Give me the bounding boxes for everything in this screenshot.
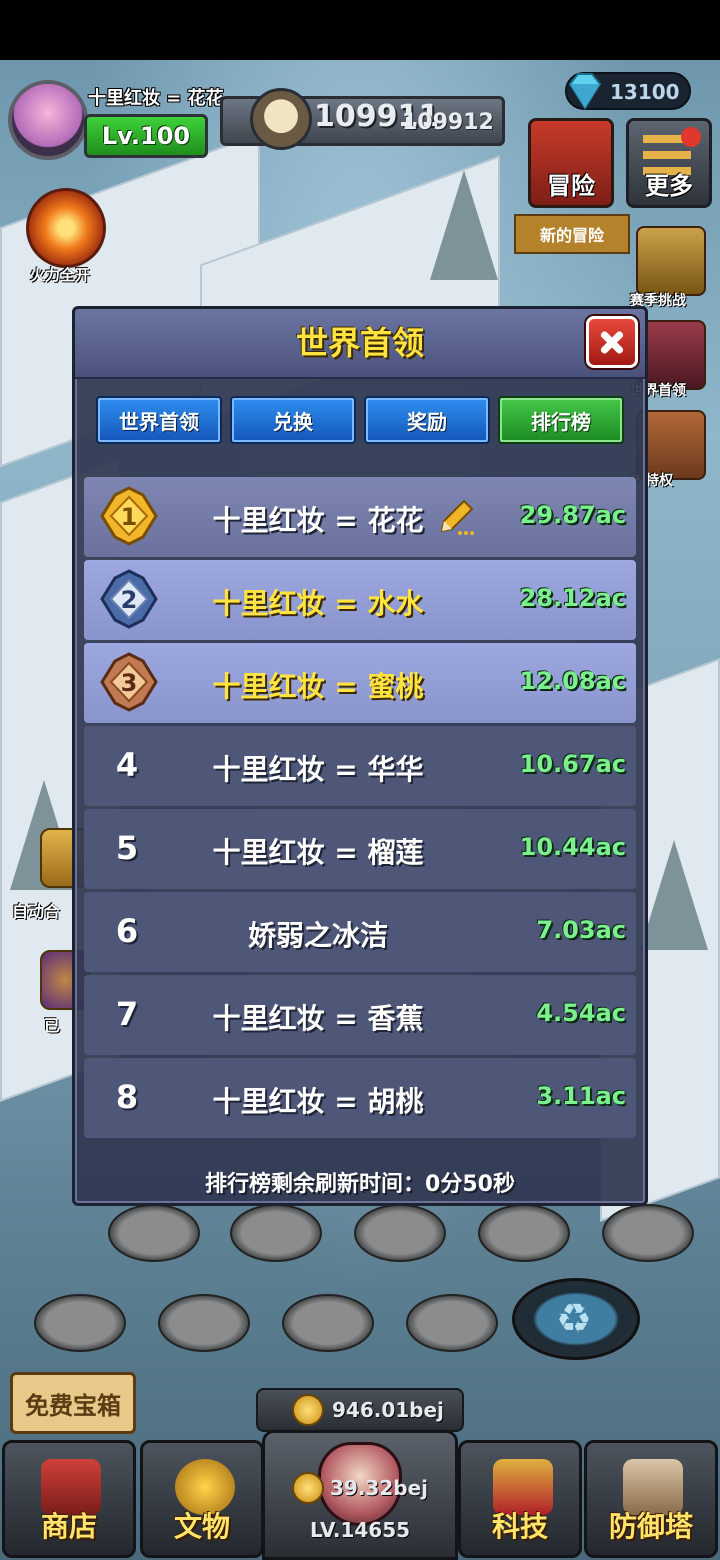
stone-slot[interactable] <box>406 1294 498 1352</box>
player-name: 十里红妆 = 花花 <box>212 504 424 537</box>
rank-number: 8 <box>115 1078 139 1116</box>
player-avatar[interactable] <box>8 80 88 160</box>
nav-tech[interactable]: 科技 <box>458 1440 582 1558</box>
bronze-medal-icon: 3 <box>100 652 158 712</box>
stone-slot[interactable] <box>478 1204 570 1262</box>
tab-rewards[interactable]: 奖励 <box>364 396 490 444</box>
recycle-icon: ♻ <box>556 1296 592 1342</box>
nav-relics[interactable]: 文物 <box>140 1440 264 1558</box>
rank-number: 4 <box>115 746 139 784</box>
damage-score: 10.44ac <box>519 833 626 861</box>
diamond-icon <box>568 73 602 110</box>
leaderboard-row[interactable]: 8 十里红妆 = 胡桃 3.11ac <box>84 1058 636 1138</box>
new-adventure-label[interactable]: 新的冒险 <box>514 214 630 254</box>
pine-tree <box>430 170 498 280</box>
leaderboard-row[interactable]: 4 十里红妆 = 华华 10.67ac <box>84 726 636 806</box>
player-level: Lv.100 <box>84 114 208 158</box>
stone-slot[interactable] <box>158 1294 250 1352</box>
tab-leaderboard[interactable]: 排行榜 <box>498 396 624 444</box>
stone-slot[interactable] <box>108 1204 200 1262</box>
gem-count: 13100 <box>610 80 680 104</box>
nav-tower[interactable]: 防御塔 <box>584 1440 718 1558</box>
pine-tree <box>640 840 708 950</box>
stone-slot[interactable] <box>34 1294 126 1352</box>
damage-score: 7.03ac <box>536 916 626 944</box>
player-name: 十里红妆 = 香蕉 <box>212 1002 424 1035</box>
leaderboard-row[interactable]: 3 十里红妆 = 蜜桃 12.08ac <box>84 643 636 723</box>
player-name: 娇弱之冰洁 <box>247 919 388 952</box>
rank-number: 6 <box>115 912 139 950</box>
status-bar <box>0 0 720 60</box>
modal-title: 世界首领 <box>295 324 424 362</box>
medal-rank-text: 3 <box>121 669 138 697</box>
leaderboard-row[interactable]: 7 十里红妆 = 香蕉 4.54ac <box>84 975 636 1055</box>
stone-slot[interactable] <box>282 1294 374 1352</box>
center-coin-amount: 39.32bej <box>330 1476 428 1500</box>
full-fire-label: 火力全开 <box>30 266 91 284</box>
leaderboard-row[interactable]: 6 娇弱之冰洁 7.03ac <box>84 892 636 972</box>
player-name: 十里红妆 = 榴莲 <box>212 836 424 869</box>
stone-slot[interactable] <box>602 1204 694 1262</box>
nav-shop-label: 商店 <box>40 1510 97 1543</box>
tab-world-boss[interactable]: 世界首领 <box>96 396 222 444</box>
coin-icon <box>292 1472 324 1504</box>
coin-icon <box>292 1394 324 1426</box>
leaderboard-row[interactable]: 2 十里红妆 = 水水 28.12ac <box>84 560 636 640</box>
refresh-countdown: 排行榜剩余刷新时间：0分50秒 <box>205 1172 515 1197</box>
nav-shop[interactable]: 商店 <box>2 1440 136 1558</box>
damage-score: 12.08ac <box>519 667 626 695</box>
player-name: 十里红妆 = 胡桃 <box>212 1085 424 1118</box>
full-fire-button[interactable] <box>26 188 106 268</box>
damage-score: 28.12ac <box>519 584 626 612</box>
gold-medal-icon: 1 <box>100 486 158 546</box>
season-challenge-icon[interactable] <box>636 226 706 296</box>
nav-tech-label: 科技 <box>491 1510 548 1543</box>
more-label: 更多 <box>645 172 693 200</box>
damage-score: 10.67ac <box>519 750 626 778</box>
done-label: 已 <box>44 1016 61 1035</box>
nav-relics-label: 文物 <box>173 1510 230 1543</box>
more-button[interactable]: 更多 <box>626 118 712 208</box>
adventure-label: 冒险 <box>547 172 595 200</box>
stone-slot[interactable] <box>354 1204 446 1262</box>
power-value-next: 109912 <box>402 110 494 135</box>
player-name: 十里红妆 = 花花 <box>88 88 224 109</box>
auto-merge-label: 自动合 <box>12 902 61 921</box>
damage-score: 3.11ac <box>536 1082 626 1110</box>
tab-exchange[interactable]: 兑换 <box>230 396 356 444</box>
player-name: 十里红妆 = 水水 <box>212 587 424 620</box>
player-name: 十里红妆 = 蜜桃 <box>212 670 424 703</box>
notification-dot <box>681 127 701 147</box>
medal-rank-text: 1 <box>121 503 138 531</box>
base-level: LV.14655 <box>309 1518 411 1542</box>
skull-icon <box>250 88 312 150</box>
silver-medal-icon: 2 <box>100 569 158 629</box>
leaderboard-row[interactable]: 5 十里红妆 = 榴莲 10.44ac <box>84 809 636 889</box>
damage-score: 4.54ac <box>536 999 626 1027</box>
stone-slot[interactable] <box>230 1204 322 1262</box>
damage-score: 29.87ac <box>519 501 626 529</box>
pencil-icon[interactable] <box>434 495 478 539</box>
rank-number: 5 <box>115 829 139 867</box>
coin-amount: 946.01bej <box>332 1398 444 1422</box>
rank-number: 7 <box>115 995 139 1033</box>
medal-rank-text: 2 <box>121 586 138 614</box>
nav-tower-label: 防御塔 <box>608 1510 693 1543</box>
player-name: 十里红妆 = 华华 <box>212 753 424 786</box>
adventure-button[interactable]: 冒险 <box>528 118 614 208</box>
close-button[interactable] <box>586 316 638 368</box>
leaderboard-row[interactable]: 1 十里红妆 = 花花 29.87ac <box>84 477 636 557</box>
free-chest-button[interactable]: 免费宝箱 <box>10 1372 136 1434</box>
